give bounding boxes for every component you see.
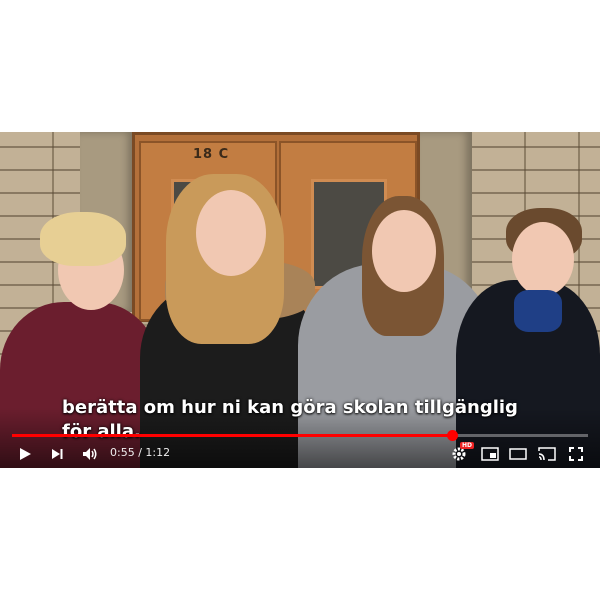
play-icon[interactable] xyxy=(16,445,34,463)
door-number-sign: 18 C xyxy=(193,147,230,162)
fullscreen-icon[interactable] xyxy=(566,445,586,463)
skip-next-icon[interactable] xyxy=(48,445,66,463)
theater-mode-icon[interactable] xyxy=(508,445,528,463)
time-display: 0:55 / 1:12 xyxy=(110,446,171,459)
miniplayer-icon[interactable] xyxy=(480,445,500,463)
volume-icon[interactable] xyxy=(80,445,100,463)
subtitle-line-2: för alla. xyxy=(62,421,141,442)
progress-bar[interactable] xyxy=(12,430,588,441)
face xyxy=(512,222,574,296)
blue-scarf xyxy=(514,290,562,332)
hd-badge: HD xyxy=(460,442,475,449)
video-player[interactable]: 18 C berätta om hur ni kan göra skolan t… xyxy=(0,132,600,468)
subtitle-line-1: berätta om hur ni kan göra skolan tillgä… xyxy=(62,397,518,418)
face xyxy=(372,210,436,292)
face xyxy=(196,190,266,276)
blond-hair xyxy=(40,212,126,266)
cast-icon[interactable] xyxy=(537,445,557,463)
progress-played xyxy=(12,434,453,437)
progress-scrubber-handle[interactable] xyxy=(447,430,459,441)
